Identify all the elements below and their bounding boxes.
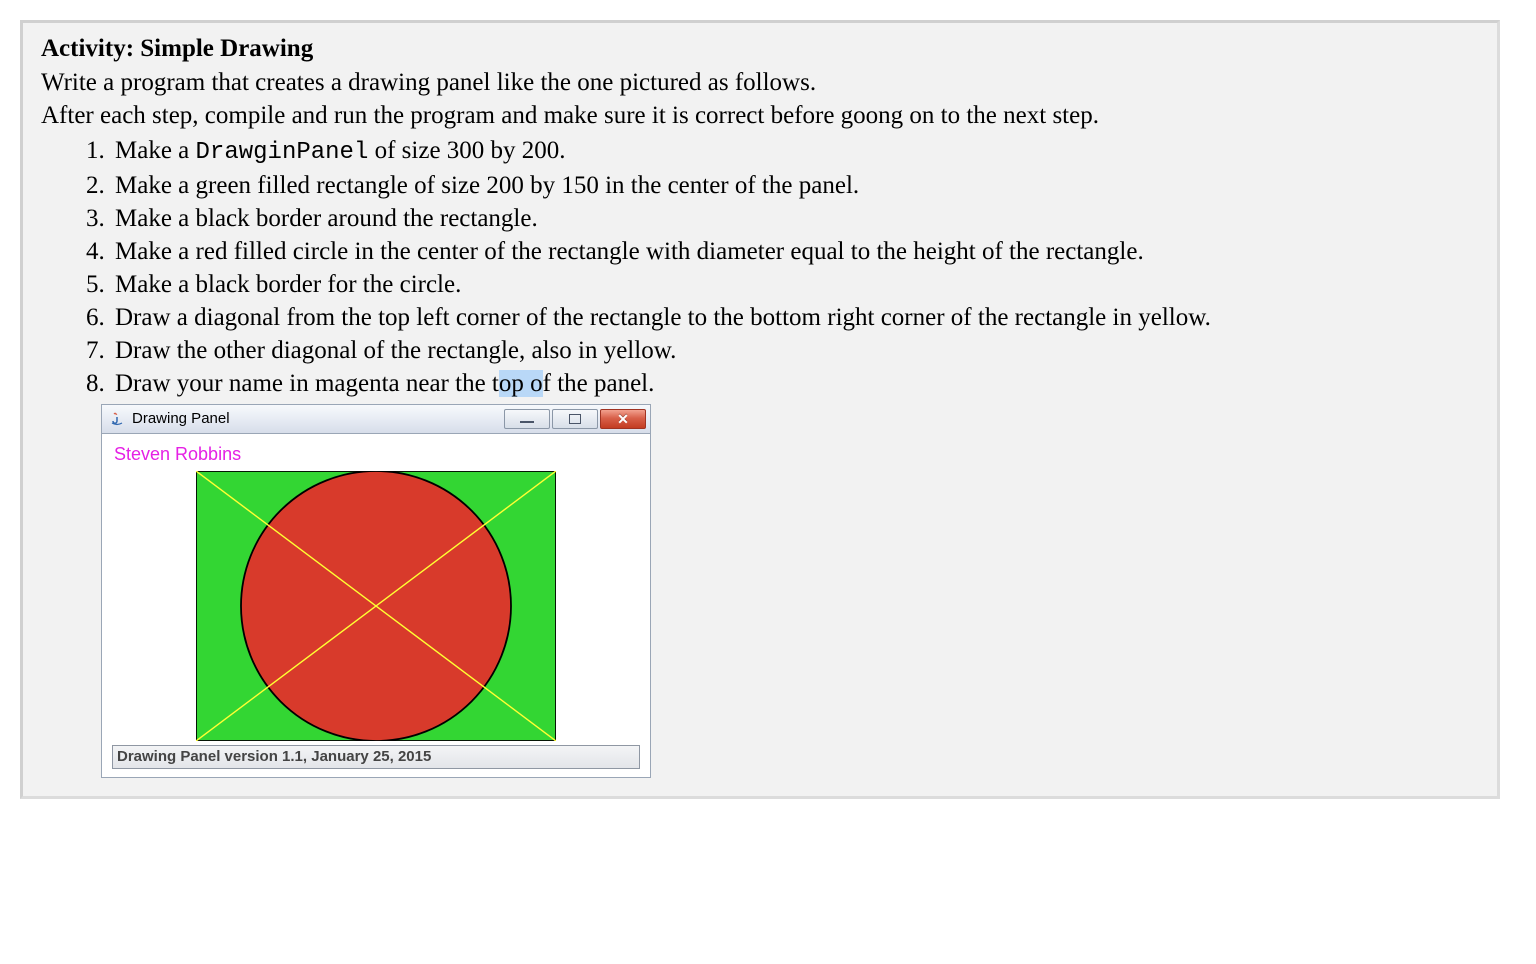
drawing-canvas [196,471,556,741]
step-6: Draw a diagonal from the top left corner… [111,301,1479,334]
intro-line-2: After each step, compile and run the pro… [41,100,1479,133]
step-8-pre: Draw your name in magenta near the t [115,370,499,397]
close-button[interactable]: ✕ [600,409,646,429]
canvas-area: Steven Robbins Drawing Panel version 1.1… [101,434,651,778]
step-8: Draw your name in magenta near the top o… [111,367,1479,400]
activity-box: Activity: Simple Drawing Write a program… [20,20,1500,799]
window-buttons: ✕ [504,409,646,429]
maximize-button[interactable] [552,409,598,429]
step-1-code: DrawginPanel [196,139,369,166]
java-icon [108,410,126,428]
close-icon: ✕ [617,412,629,426]
minimize-button[interactable] [504,409,550,429]
step-2: Make a green filled rectangle of size 20… [111,169,1479,202]
drawing-panel-window: Drawing Panel ✕ Steven Robbins Drawing P… [101,404,651,778]
window-title: Drawing Panel [132,410,498,427]
step-8-highlight: op o [499,370,543,397]
step-1-pre: Make a [115,137,196,164]
status-bar: Drawing Panel version 1.1, January 25, 2… [112,745,640,769]
step-1-post: of size 300 by 200. [368,137,565,164]
step-5: Make a black border for the circle. [111,268,1479,301]
activity-heading: Activity: Simple Drawing [41,35,1479,63]
step-8-post: f the panel. [543,370,655,397]
minimize-icon [520,421,534,423]
drawn-name-text: Steven Robbins [114,444,640,465]
step-1: Make a DrawginPanel of size 300 by 200. [111,134,1479,169]
window-titlebar: Drawing Panel ✕ [101,404,651,434]
steps-list: Make a DrawginPanel of size 300 by 200. … [41,134,1479,400]
step-7: Draw the other diagonal of the rectangle… [111,334,1479,367]
maximize-icon [569,414,581,424]
intro-line-1: Write a program that creates a drawing p… [41,67,1479,100]
step-3: Make a black border around the rectangle… [111,202,1479,235]
step-4: Make a red filled circle in the center o… [111,235,1479,268]
